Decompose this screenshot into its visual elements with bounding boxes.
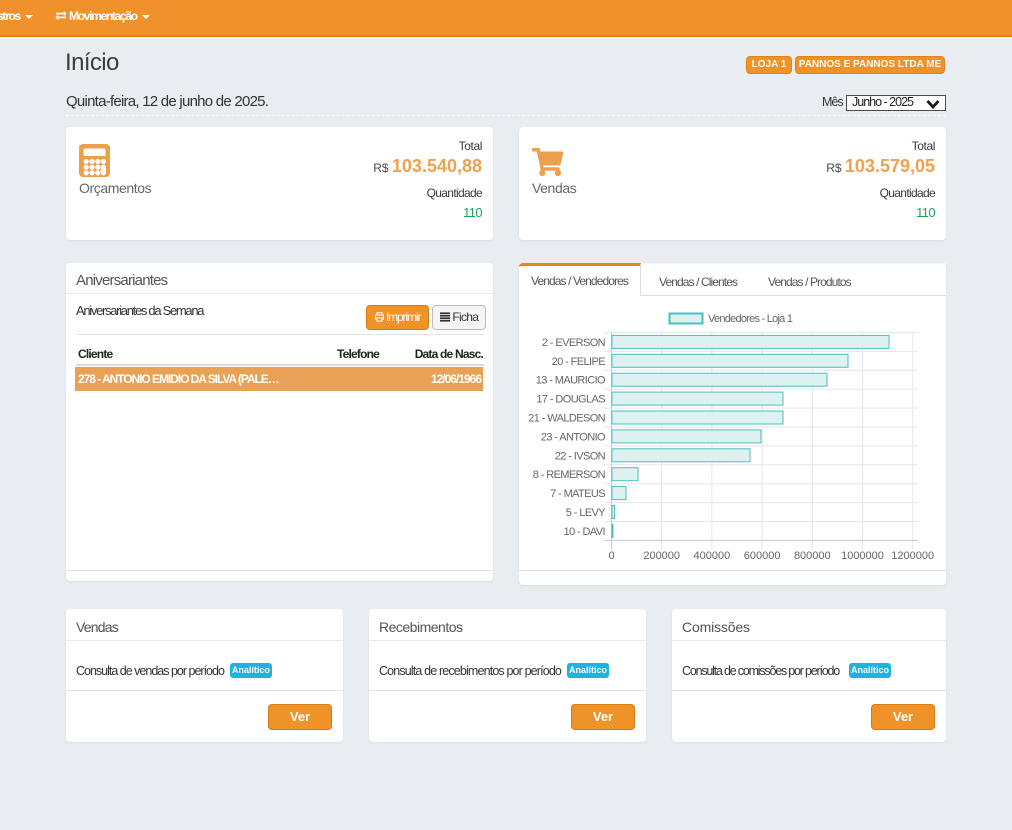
- svg-text:2 - EVERSON: 2 - EVERSON: [542, 337, 606, 349]
- svg-text:600000: 600000: [744, 550, 781, 562]
- svg-text:1200000: 1200000: [891, 550, 934, 562]
- svg-text:10 - DAVI: 10 - DAVI: [564, 526, 606, 538]
- svg-text:400000: 400000: [694, 550, 731, 562]
- svg-text:1000000: 1000000: [841, 550, 884, 562]
- svg-text:8 - REMERSON: 8 - REMERSON: [533, 469, 606, 481]
- svg-text:17 - DOUGLAS: 17 - DOUGLAS: [536, 394, 605, 406]
- svg-text:20 - FELIPE: 20 - FELIPE: [552, 356, 606, 368]
- svg-text:800000: 800000: [794, 550, 831, 562]
- svg-text:13 - MAURICIO: 13 - MAURICIO: [536, 375, 606, 387]
- svg-text:21 - WALDESON: 21 - WALDESON: [528, 413, 605, 425]
- svg-text:200000: 200000: [643, 550, 680, 562]
- svg-text:0: 0: [608, 550, 614, 562]
- svg-text:23 - ANTONIO: 23 - ANTONIO: [541, 431, 606, 443]
- svg-text:7 - MATEUS: 7 - MATEUS: [550, 488, 605, 500]
- svg-text:22 - IVSON: 22 - IVSON: [555, 450, 606, 462]
- svg-text:Vendedores - Loja 1: Vendedores - Loja 1: [708, 313, 793, 325]
- svg-text:5 - LEVY: 5 - LEVY: [566, 507, 606, 519]
